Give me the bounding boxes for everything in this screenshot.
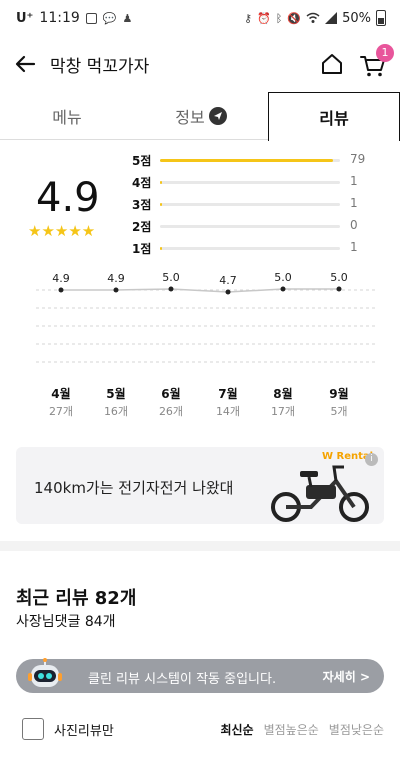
chart-series-line [61, 288, 339, 293]
clean-review-banner[interactable]: 클린 리뷰 시스템이 작동 중입니다. 자세히 > [16, 658, 384, 693]
send-icon [208, 107, 227, 125]
tab-review[interactable]: 리뷰 [268, 92, 400, 141]
owner-comments-count: 사장님댓글 84개 [16, 614, 116, 630]
recent-reviews-title: 최근 리뷰 82개 [16, 588, 137, 609]
photo-review-label: 사진리뷰만 [54, 723, 114, 739]
ad-banner[interactable]: 140km가는 전기자전거 나왔대 W Rental i [16, 447, 384, 524]
rating-bar-fill [160, 181, 163, 184]
tab-info[interactable]: 정보 [134, 92, 268, 140]
rating-row: 2점 0 [132, 216, 372, 238]
rating-bar-track [160, 225, 340, 228]
chart-month-count: 16개 [104, 405, 128, 418]
robot-mascot-icon [28, 658, 62, 687]
chart-month-count: 17개 [271, 405, 295, 418]
electric-bike-image [271, 465, 369, 522]
section-divider [0, 541, 400, 551]
chart-month-label: 8월 [273, 386, 292, 401]
battery-icon [376, 10, 386, 26]
bluetooth-icon: ᛒ [275, 11, 283, 25]
sort-rating-high[interactable]: 별점높은순 [264, 721, 319, 738]
rating-bar-track [160, 247, 340, 250]
rating-row: 3점 1 [132, 194, 372, 216]
app-bar: 막창 먹꼬가자 1 [0, 38, 400, 90]
tab-bar: 메뉴 정보 리뷰 [0, 92, 400, 141]
rating-bar-track [160, 203, 340, 206]
chart-value-label: 5.0 [162, 271, 180, 284]
status-bar: U⁺ 11:19 💬 ♟ ⚷ ⏰ ᛒ 🔇 50% [0, 0, 400, 38]
rating-row-label: 3점 [132, 198, 152, 212]
chart-month-label: 4월 [51, 386, 70, 401]
sort-latest[interactable]: 최신순 [220, 721, 253, 738]
key-icon: ⚷ [244, 11, 253, 25]
chart-month-label: 9월 [329, 386, 348, 401]
rating-row: 5점 79 [132, 150, 372, 172]
rating-row-label: 2점 [132, 220, 152, 234]
star-rating-icon: ★★★★★ [28, 222, 96, 240]
rating-bar-track [160, 181, 340, 184]
chart-point [168, 286, 174, 292]
chart-value-label: 4.9 [52, 272, 70, 285]
carrier-label: U⁺ [16, 10, 34, 26]
chart-value-label: 5.0 [274, 271, 292, 284]
rating-distribution: 5점 79 4점 1 3점 1 2점 0 1점 1 [132, 150, 372, 260]
rating-row-label: 4점 [132, 176, 152, 190]
sort-options: 최신순 별점높은순 별점낮은순 [220, 721, 384, 738]
chart-point [225, 289, 231, 295]
tab-info-label: 정보 [175, 108, 205, 127]
tab-menu[interactable]: 메뉴 [0, 92, 134, 140]
chart-value-label: 5.0 [330, 271, 348, 284]
back-arrow-icon[interactable] [12, 50, 40, 78]
rating-bar-fill [160, 203, 163, 206]
rating-bar-fill [160, 159, 333, 162]
gallery-notification-icon [85, 12, 97, 24]
status-bar-right: ⚷ ⏰ ᛒ 🔇 50% [244, 10, 386, 26]
chart-month-count: 26개 [159, 405, 183, 418]
photo-review-checkbox[interactable] [22, 718, 44, 740]
signal-icon [325, 12, 338, 24]
ad-text: 140km가는 전기자전거 나왔대 [34, 479, 234, 497]
chart-month-count: 5개 [330, 405, 347, 418]
chart-month-label: 7월 [218, 386, 237, 401]
status-bar-left: U⁺ 11:19 💬 ♟ [16, 10, 132, 26]
chart-value-label: 4.7 [219, 274, 237, 287]
rating-bar-track [160, 159, 340, 162]
chart-point [113, 287, 119, 293]
clean-review-text: 클린 리뷰 시스템이 작동 중입니다. [88, 672, 277, 687]
alarm-icon: ⏰ [257, 11, 271, 25]
chart-month-label: 5월 [106, 386, 125, 401]
rating-row-label: 5점 [132, 154, 152, 168]
chat-notification-icon: 💬 [102, 11, 117, 25]
rating-row: 1점 1 [132, 238, 372, 260]
chart-value-label: 4.9 [107, 272, 125, 285]
chart-month-count: 27개 [49, 405, 73, 418]
rating-row-count: 1 [350, 240, 358, 254]
monthly-rating-chart: 4.9 4월 27개 4.9 5월 16개 5.0 6월 26개 4.7 7월 14개 5.0 8월 17개… [36, 271, 378, 418]
mute-icon: 🔇 [287, 11, 302, 25]
chart-point [336, 286, 342, 292]
rating-row-count: 1 [350, 196, 358, 210]
rating-bar-fill [160, 247, 163, 250]
wifi-icon [306, 12, 320, 23]
chart-point [280, 286, 286, 292]
rating-row: 4점 1 [132, 172, 372, 194]
app-notification-icon: ♟ [122, 11, 133, 25]
store-title: 막창 먹꼬가자 [50, 57, 150, 77]
photo-review-filter[interactable]: 사진리뷰만 [22, 718, 114, 740]
cart-button[interactable]: 1 [358, 44, 394, 80]
cart-count-badge: 1 [376, 44, 394, 62]
sort-rating-low[interactable]: 별점낮은순 [329, 721, 384, 738]
rating-row-count: 0 [350, 218, 358, 232]
rating-row-count: 1 [350, 174, 358, 188]
clock: 11:19 [39, 10, 80, 26]
chart-month-count: 14개 [216, 405, 240, 418]
average-rating: 4.9 [36, 175, 100, 221]
rating-row-count: 79 [350, 152, 366, 166]
home-icon[interactable] [318, 50, 346, 78]
rating-row-label: 1점 [132, 242, 152, 256]
battery-percent: 50% [342, 10, 371, 26]
clean-review-more-link[interactable]: 자세히 > [323, 668, 370, 685]
chart-point [58, 287, 64, 293]
chart-month-label: 6월 [161, 386, 180, 401]
